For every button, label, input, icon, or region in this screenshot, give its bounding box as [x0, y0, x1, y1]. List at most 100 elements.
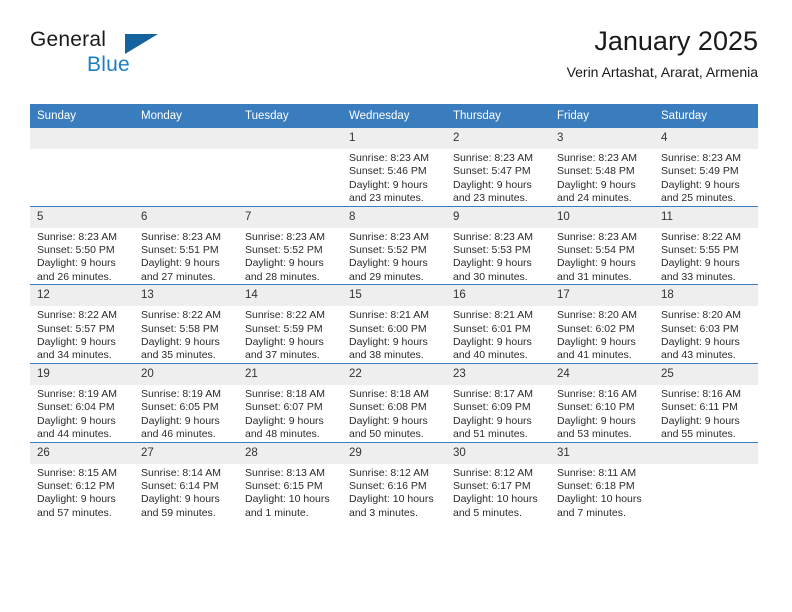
calendar-day-cell[interactable]: 25 Sunrise: 8:16 AM Sunset: 6:11 PM Dayligh…: [654, 362, 758, 442]
day-cell-content: 26 Sunrise: 8:15 AM Sunset: 6:12 PM Dayligh…: [30, 442, 134, 521]
day-cell-content: 7 Sunrise: 8:23 AM Sunset: 5:52 PM Daylight…: [238, 206, 342, 285]
calendar-day-cell[interactable]: 5 Sunrise: 8:23 AM Sunset: 5:50 PM Daylight…: [30, 205, 134, 285]
calendar-day-cell[interactable]: 26 Sunrise: 8:15 AM Sunset: 6:12 PM Dayligh…: [30, 441, 134, 521]
sunset-text: Sunset: 6:12 PM: [37, 479, 115, 492]
day-cell-content: 19 Sunrise: 8:19 AM Sunset: 6:04 PM Dayligh…: [30, 363, 134, 442]
calendar-day-cell[interactable]: 22 Sunrise: 8:18 AM Sunset: 6:08 PM Dayligh…: [342, 362, 446, 442]
sunset-text: Sunset: 5:59 PM: [245, 322, 323, 335]
daylight-text: Daylight: 9 hours: [453, 414, 532, 427]
sunrise-text: Sunrise: 8:19 AM: [37, 387, 117, 400]
sunset-text: Sunset: 5:47 PM: [453, 165, 531, 178]
sunrise-text: Sunrise: 8:22 AM: [661, 230, 741, 243]
sunset-text: Sunset: 5:48 PM: [557, 165, 635, 178]
daylight-text: Daylight: 9 hours: [349, 178, 428, 191]
day-cell-content: 22 Sunrise: 8:18 AM Sunset: 6:08 PM Dayligh…: [342, 363, 446, 442]
day-cell-content: 21 Sunrise: 8:18 AM Sunset: 6:07 PM Dayligh…: [238, 363, 342, 442]
sunset-text: Sunset: 5:55 PM: [661, 244, 739, 257]
daylight-text: and 24 minutes.: [557, 192, 632, 205]
day-number: [238, 128, 342, 149]
day-number: 30: [446, 442, 550, 464]
sunrise-text: Sunrise: 8:23 AM: [141, 230, 221, 243]
daylight-text: and 33 minutes.: [661, 270, 736, 283]
sunset-text: Sunset: 5:53 PM: [453, 244, 531, 257]
calendar-day-cell[interactable]: 27 Sunrise: 8:14 AM Sunset: 6:14 PM Dayligh…: [134, 441, 238, 521]
calendar-day-cell[interactable]: 6 Sunrise: 8:23 AM Sunset: 5:51 PM Daylight…: [134, 205, 238, 285]
calendar-week-row: 1 Sunrise: 8:23 AM Sunset: 5:46 PM Daylight…: [30, 128, 758, 207]
calendar-day-cell[interactable]: 2 Sunrise: 8:23 AM Sunset: 5:47 PM Daylight…: [446, 128, 550, 207]
day-number: 7: [238, 206, 342, 228]
calendar-day-cell[interactable]: 9 Sunrise: 8:23 AM Sunset: 5:53 PM Daylight…: [446, 205, 550, 285]
calendar-day-cell[interactable]: 14 Sunrise: 8:22 AM Sunset: 5:59 PM Dayligh…: [238, 284, 342, 364]
sunrise-text: Sunrise: 8:21 AM: [349, 309, 429, 322]
calendar-day-cell[interactable]: 23 Sunrise: 8:17 AM Sunset: 6:09 PM Dayligh…: [446, 362, 550, 442]
day-details: Sunrise: 8:20 AM Sunset: 6:03 PM Daylight:…: [654, 306, 758, 363]
calendar-day-cell[interactable]: 1 Sunrise: 8:23 AM Sunset: 5:46 PM Daylight…: [342, 128, 446, 207]
day-cell-content: 9 Sunrise: 8:23 AM Sunset: 5:53 PM Daylight…: [446, 206, 550, 285]
day-cell-content: [134, 128, 238, 206]
calendar-day-cell[interactable]: 12 Sunrise: 8:22 AM Sunset: 5:57 PM Dayligh…: [30, 284, 134, 364]
calendar-day-cell[interactable]: 15 Sunrise: 8:21 AM Sunset: 6:00 PM Dayligh…: [342, 284, 446, 364]
day-details: Sunrise: 8:16 AM Sunset: 6:10 PM Daylight:…: [550, 385, 654, 442]
daylight-text: and 37 minutes.: [245, 349, 320, 362]
daylight-text: Daylight: 10 hours: [245, 493, 330, 506]
calendar-day-cell[interactable]: 17 Sunrise: 8:20 AM Sunset: 6:02 PM Dayligh…: [550, 284, 654, 364]
daylight-text: Daylight: 9 hours: [37, 336, 116, 349]
daylight-text: and 1 minute.: [245, 506, 309, 519]
calendar-day-cell[interactable]: 16 Sunrise: 8:21 AM Sunset: 6:01 PM Dayligh…: [446, 284, 550, 364]
sunset-text: Sunset: 6:04 PM: [37, 401, 115, 414]
title-block: January 2025 Verin Artashat, Ararat, Arm…: [567, 24, 758, 82]
daylight-text: Daylight: 9 hours: [453, 257, 532, 270]
day-details: Sunrise: 8:22 AM Sunset: 5:58 PM Daylight:…: [134, 306, 238, 363]
day-number: 9: [446, 206, 550, 228]
day-details: Sunrise: 8:16 AM Sunset: 6:11 PM Daylight:…: [654, 385, 758, 442]
day-cell-content: [654, 442, 758, 521]
sunset-text: Sunset: 6:16 PM: [349, 479, 427, 492]
daylight-text: Daylight: 9 hours: [245, 414, 324, 427]
day-number: 15: [342, 285, 446, 307]
calendar-day-cell[interactable]: 7 Sunrise: 8:23 AM Sunset: 5:52 PM Daylight…: [238, 205, 342, 285]
calendar-day-cell[interactable]: 4 Sunrise: 8:23 AM Sunset: 5:49 PM Daylight…: [654, 128, 758, 207]
day-number: 10: [550, 206, 654, 228]
day-cell-content: 17 Sunrise: 8:20 AM Sunset: 6:02 PM Dayligh…: [550, 285, 654, 363]
calendar-day-cell[interactable]: 20 Sunrise: 8:19 AM Sunset: 6:05 PM Dayligh…: [134, 362, 238, 442]
sunset-text: Sunset: 5:54 PM: [557, 244, 635, 257]
brand-logo[interactable]: General Blue: [30, 28, 160, 84]
day-cell-content: 11 Sunrise: 8:22 AM Sunset: 5:55 PM Dayligh…: [654, 206, 758, 285]
calendar-day-cell[interactable]: 24 Sunrise: 8:16 AM Sunset: 6:10 PM Dayligh…: [550, 362, 654, 442]
calendar-day-cell[interactable]: 18 Sunrise: 8:20 AM Sunset: 6:03 PM Dayligh…: [654, 284, 758, 364]
calendar-day-cell[interactable]: 19 Sunrise: 8:19 AM Sunset: 6:04 PM Dayligh…: [30, 362, 134, 442]
calendar-day-cell[interactable]: 3 Sunrise: 8:23 AM Sunset: 5:48 PM Daylight…: [550, 128, 654, 207]
sunset-text: Sunset: 6:14 PM: [141, 479, 219, 492]
daylight-text: and 43 minutes.: [661, 349, 736, 362]
sunrise-text: Sunrise: 8:12 AM: [349, 466, 429, 479]
calendar-day-cell[interactable]: 13 Sunrise: 8:22 AM Sunset: 5:58 PM Dayligh…: [134, 284, 238, 364]
calendar-day-cell[interactable]: 29 Sunrise: 8:12 AM Sunset: 6:16 PM Dayligh…: [342, 441, 446, 521]
day-number: [30, 128, 134, 149]
day-number: 29: [342, 442, 446, 464]
day-number: 14: [238, 285, 342, 307]
calendar-day-cell[interactable]: 28 Sunrise: 8:13 AM Sunset: 6:15 PM Dayligh…: [238, 441, 342, 521]
calendar-day-cell[interactable]: 10 Sunrise: 8:23 AM Sunset: 5:54 PM Dayligh…: [550, 205, 654, 285]
daylight-text: Daylight: 9 hours: [661, 178, 740, 191]
daylight-text: and 41 minutes.: [557, 349, 632, 362]
day-cell-content: 1 Sunrise: 8:23 AM Sunset: 5:46 PM Daylight…: [342, 128, 446, 206]
day-number: 20: [134, 363, 238, 385]
day-details: Sunrise: 8:12 AM Sunset: 6:17 PM Daylight:…: [446, 464, 550, 521]
sunset-text: Sunset: 6:01 PM: [453, 322, 531, 335]
day-details: Sunrise: 8:19 AM Sunset: 6:04 PM Daylight:…: [30, 385, 134, 442]
calendar-day-cell[interactable]: 11 Sunrise: 8:22 AM Sunset: 5:55 PM Dayligh…: [654, 205, 758, 285]
sunset-text: Sunset: 5:52 PM: [245, 244, 323, 257]
column-header-sunday: Sunday: [30, 104, 134, 128]
day-cell-content: [30, 128, 134, 206]
calendar-day-cell[interactable]: 21 Sunrise: 8:18 AM Sunset: 6:07 PM Dayligh…: [238, 362, 342, 442]
daylight-text: Daylight: 9 hours: [349, 414, 428, 427]
calendar-day-cell[interactable]: 8 Sunrise: 8:23 AM Sunset: 5:52 PM Daylight…: [342, 205, 446, 285]
sunrise-text: Sunrise: 8:20 AM: [557, 309, 637, 322]
calendar-week-row: 26 Sunrise: 8:15 AM Sunset: 6:12 PM Dayligh…: [30, 441, 758, 521]
calendar-day-cell[interactable]: 31 Sunrise: 8:11 AM Sunset: 6:18 PM Dayligh…: [550, 441, 654, 521]
sunset-text: Sunset: 6:09 PM: [453, 401, 531, 414]
day-details: Sunrise: 8:22 AM Sunset: 5:57 PM Daylight:…: [30, 306, 134, 363]
sunrise-text: Sunrise: 8:23 AM: [557, 230, 637, 243]
daylight-text: and 7 minutes.: [557, 506, 626, 519]
calendar-day-cell[interactable]: 30 Sunrise: 8:12 AM Sunset: 6:17 PM Dayligh…: [446, 441, 550, 521]
